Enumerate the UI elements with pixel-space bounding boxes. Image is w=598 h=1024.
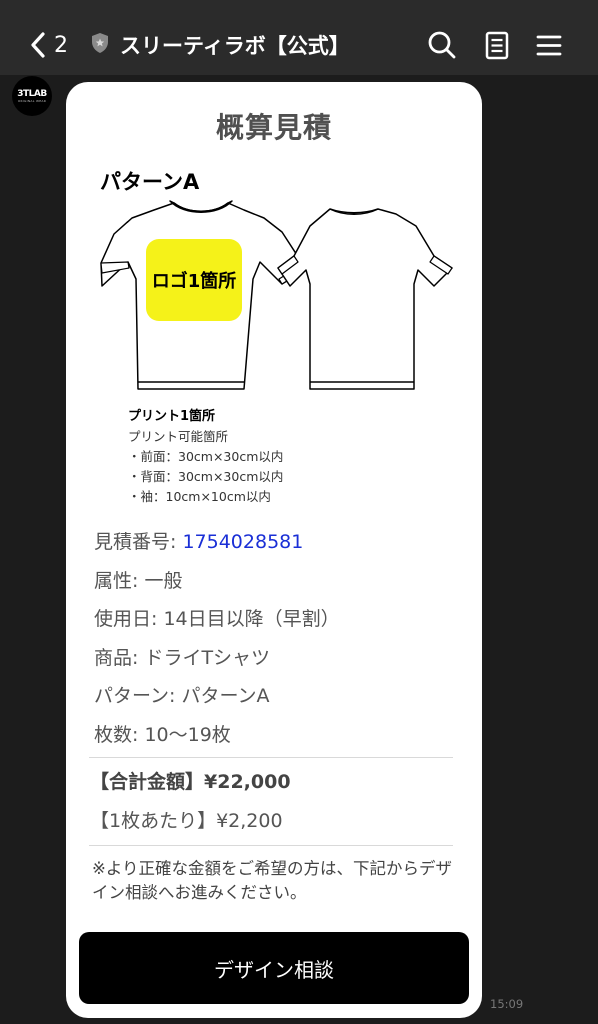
chat-title-text: スリーティラボ【公式】 <box>120 34 350 58</box>
quantity-row: 枚数: 10〜19枚 <box>94 723 231 746</box>
search-icon[interactable] <box>425 28 459 62</box>
use-date-row: 使用日: 14日目以降（早割） <box>94 608 340 630</box>
total-price: 【合計金額】¥22,000 <box>90 771 291 793</box>
print-area-item: ・背面：30cm×30cm以内 <box>128 469 284 484</box>
design-consultation-button[interactable]: デザイン相談 <box>79 932 469 1004</box>
chevron-left-icon <box>30 31 46 59</box>
back-button[interactable]: 2 <box>30 28 68 62</box>
estimate-details: 見積番号: 1754028581 属性: 一般 使用日: 14日目以降（早割） … <box>94 528 340 759</box>
pattern-row: パターン: パターンA <box>94 685 270 707</box>
unit-price: 【1枚あたり】¥2,200 <box>90 810 283 832</box>
unread-count: 2 <box>54 32 68 58</box>
product-row: 商品: ドライTシャツ <box>94 646 271 669</box>
quote-number-link[interactable]: 1754028581 <box>182 531 303 553</box>
estimate-card: 概算見積 パターンA ロゴ1箇所 プリント1箇所 プリント可能箇所 ・前面：30… <box>66 82 482 1018</box>
card-title: 概算見積 <box>215 111 332 144</box>
attribute-row: 属性: 一般 <box>94 569 183 592</box>
avatar-logo-text: 3TLAB <box>17 89 47 99</box>
notes-icon[interactable] <box>480 28 514 62</box>
divider <box>89 757 453 758</box>
quote-number-row: 見積番号: 1754028581 <box>94 528 340 567</box>
menu-icon[interactable] <box>532 28 566 62</box>
print-info: プリント1箇所 プリント可能箇所 ・前面：30cm×30cm以内 ・背面：30c… <box>128 407 283 507</box>
print-info-title: プリント1箇所 <box>128 409 216 424</box>
quote-number-label: 見積番号: <box>94 531 183 553</box>
chat-header: 2 スリーティラボ【公式】 <box>0 0 598 75</box>
avatar-logo-subtext: ORIGINAL WEAR <box>17 99 47 103</box>
price-totals: 【合計金額】¥22,000 【1枚あたり】¥2,200 <box>90 768 291 846</box>
estimate-note: ※より正確な金額をご希望の方は、下記からデザイン相談へお進みください。 <box>92 859 452 902</box>
logo-placement-box: ロゴ1箇所 <box>146 239 242 321</box>
print-area-item: ・前面：30cm×30cm以内 <box>128 449 284 464</box>
chat-title: スリーティラボ【公式】 <box>90 28 350 62</box>
print-area-item: ・袖：10cm×10cm以内 <box>128 489 271 504</box>
divider <box>89 845 453 846</box>
shield-icon <box>90 32 110 59</box>
pattern-label: パターンA <box>100 170 200 194</box>
sender-avatar[interactable]: 3TLAB ORIGINAL WEAR <box>12 76 52 116</box>
print-info-subtitle: プリント可能箇所 <box>128 429 229 444</box>
message-timestamp: 15:09 <box>490 997 524 1011</box>
